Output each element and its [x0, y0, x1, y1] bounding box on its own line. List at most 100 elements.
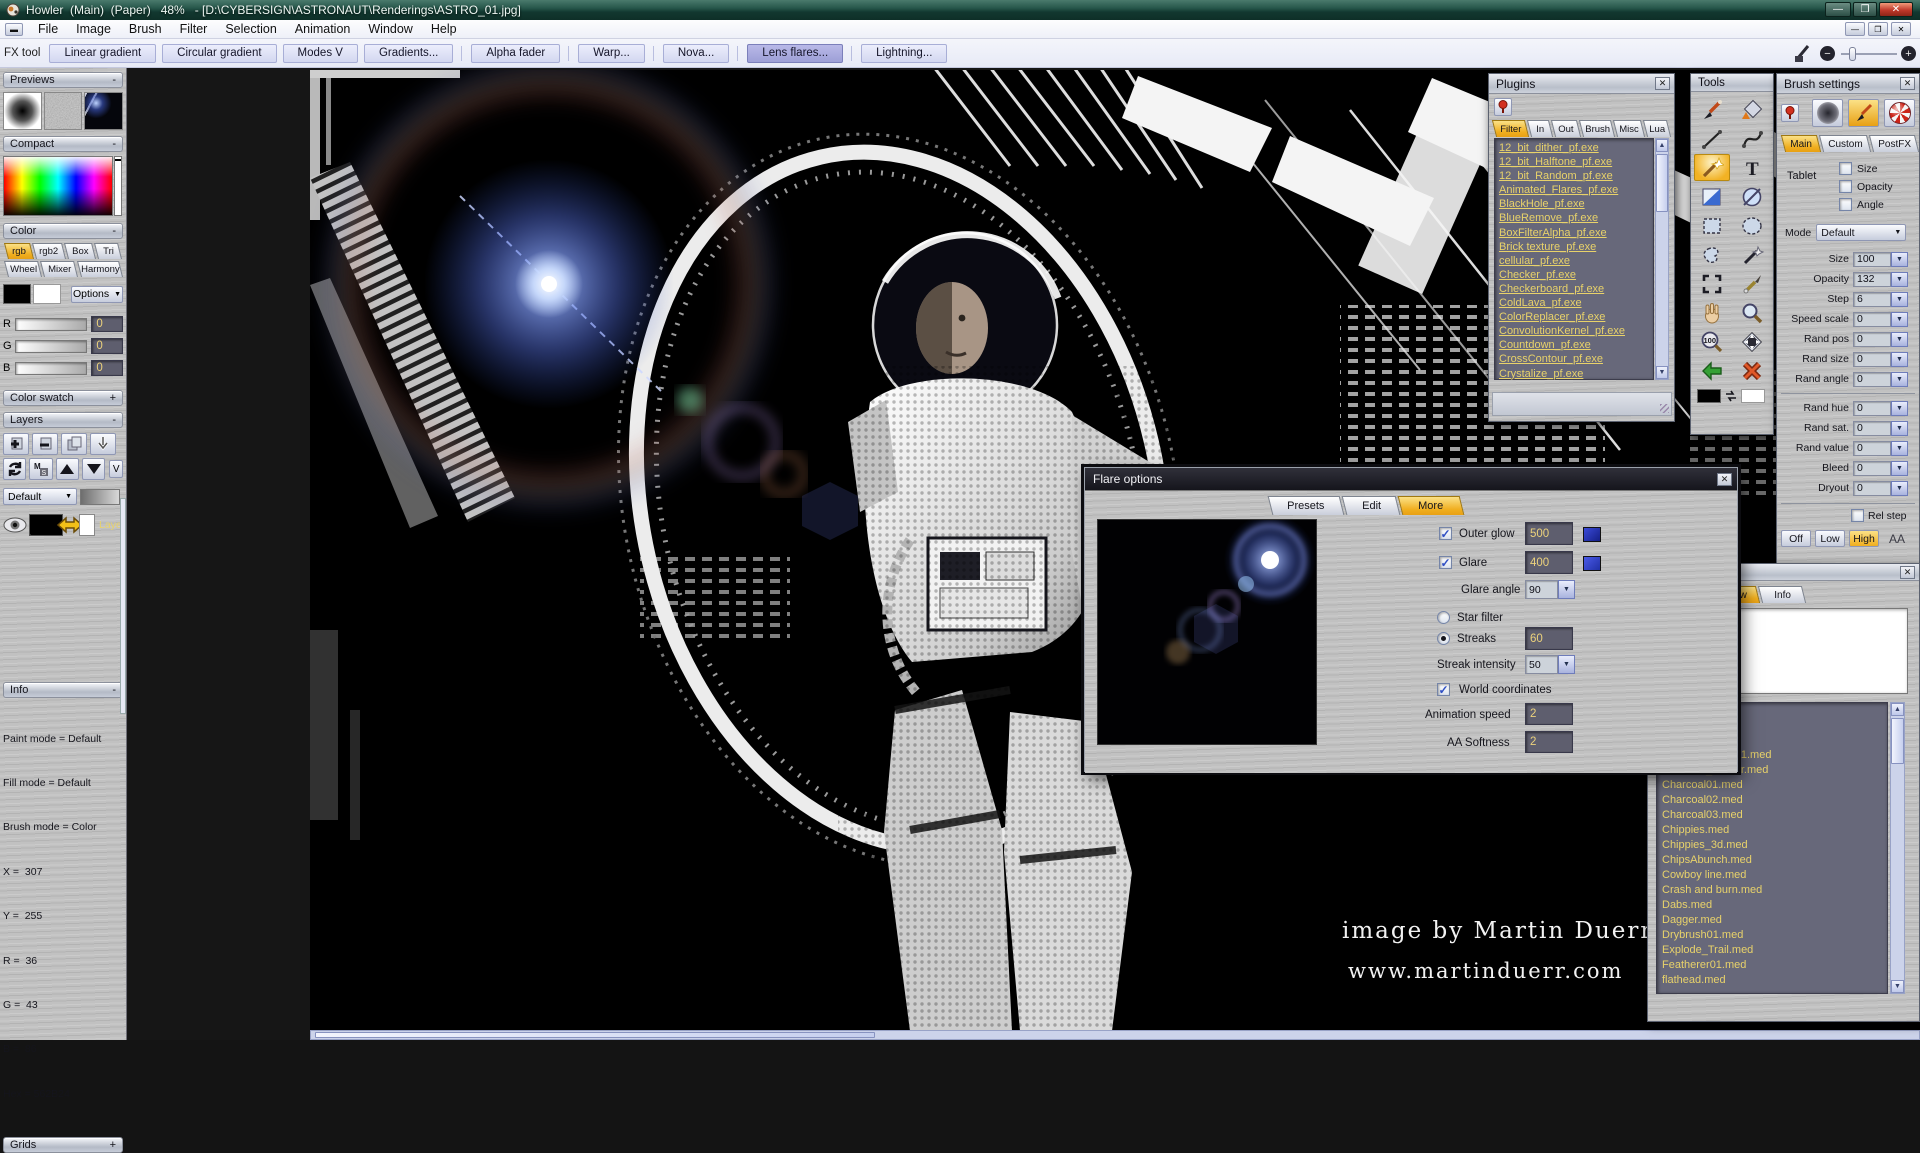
color-swatch-header[interactable]: Color swatch +	[3, 390, 123, 406]
tool-curve[interactable]	[1734, 125, 1770, 152]
brush-tip-button[interactable]	[1812, 99, 1843, 127]
layer-down-button[interactable]	[82, 458, 105, 480]
tool-line[interactable]	[1694, 125, 1730, 152]
r-value[interactable]: 0	[91, 316, 123, 332]
plugins-tab-misc[interactable]: Misc	[1613, 120, 1645, 137]
child-minimize-button[interactable]: —	[1845, 22, 1865, 36]
layer-mode-dropdown[interactable]: Default▼	[3, 488, 77, 505]
brush-file-item[interactable]: ChipsAbunch.med	[1662, 853, 1882, 868]
plugins-tab-in[interactable]: In	[1527, 120, 1553, 137]
plugin-item[interactable]: 12_bit_Random_pf.exe	[1499, 169, 1649, 183]
rand-value-value[interactable]: 0	[1853, 441, 1891, 456]
step-dropdown-icon[interactable]	[1891, 292, 1908, 307]
brush-file-item[interactable]: Charcoal03.med	[1662, 808, 1882, 823]
tool-freehand-select[interactable]	[1694, 241, 1730, 268]
rand-sat-value[interactable]: 0	[1853, 421, 1891, 436]
tool-paint-brush[interactable]	[1694, 96, 1730, 123]
tool-fx-brush[interactable]	[1694, 154, 1730, 181]
tool-gradient-fill[interactable]	[1694, 183, 1730, 210]
flare-tab-more[interactable]: More	[1398, 496, 1465, 515]
rand-pos-value[interactable]: 0	[1853, 332, 1891, 347]
plugin-item[interactable]: ConvolutionKernel_pf.exe	[1499, 324, 1649, 338]
glare-angle-dropdown-icon[interactable]	[1558, 580, 1575, 599]
dryout-dropdown-icon[interactable]	[1891, 481, 1908, 496]
speed-scale-dropdown-icon[interactable]	[1891, 312, 1908, 327]
brush-tab-postfx[interactable]: PostFX	[1869, 135, 1919, 152]
rand-hue-dropdown-icon[interactable]	[1891, 401, 1908, 416]
streak-intensity-value[interactable]: 50	[1525, 655, 1558, 674]
plugins-scrollbar[interactable]: ▲ ▼	[1655, 138, 1669, 380]
quality-low-button[interactable]: Low	[1815, 530, 1845, 547]
menu-help[interactable]: Help	[422, 21, 466, 37]
tool-undo[interactable]	[1694, 357, 1730, 384]
plugins-tab-lua[interactable]: Lua	[1643, 120, 1671, 137]
image-preview[interactable]	[84, 92, 123, 130]
plugin-item[interactable]: Animated_Flares_pf.exe	[1499, 183, 1649, 197]
remove-layer-button[interactable]	[32, 433, 58, 455]
rand-angle-value[interactable]: 0	[1853, 372, 1891, 387]
rotate-layers-button[interactable]	[3, 458, 26, 480]
glare-checkbox[interactable]	[1439, 556, 1452, 569]
menu-animation[interactable]: Animation	[286, 21, 360, 37]
glare-color-swatch[interactable]	[1583, 556, 1601, 571]
plugin-item[interactable]: Crystalize_pf.exe	[1499, 367, 1649, 381]
quality-off-button[interactable]: Off	[1781, 530, 1811, 547]
tablet-opacity-checkbox[interactable]	[1839, 180, 1852, 193]
bleed-dropdown-icon[interactable]	[1891, 461, 1908, 476]
tool-ellipse[interactable]	[1734, 183, 1770, 210]
postfx-ball-button[interactable]	[1884, 99, 1915, 127]
brush-file-item[interactable]: Dabs.med	[1662, 898, 1882, 913]
plugins-titlebar[interactable]: Plugins ✕	[1489, 74, 1674, 94]
flare-tab-presets[interactable]: Presets	[1268, 496, 1345, 515]
bleed-value[interactable]: 0	[1853, 461, 1891, 476]
tools-secondary-swatch[interactable]	[1741, 389, 1765, 403]
paper-texture-preview[interactable]	[44, 92, 83, 130]
rel-step-checkbox[interactable]	[1851, 509, 1864, 522]
primary-color-swatch[interactable]	[3, 284, 31, 304]
grids-collapse[interactable]: +	[110, 1139, 116, 1151]
hscrollbar-thumb[interactable]	[315, 1032, 875, 1038]
toolbar-gradients[interactable]: Gradients...	[364, 44, 453, 63]
child-close-button[interactable]: ✕	[1891, 22, 1911, 36]
menu-image[interactable]: Image	[67, 21, 120, 37]
plugins-tab-brush[interactable]: Brush	[1579, 120, 1615, 137]
layer-mask-thumbnail[interactable]	[79, 514, 95, 536]
rand-angle-dropdown-icon[interactable]	[1891, 372, 1908, 387]
tools-titlebar[interactable]: Tools	[1691, 74, 1773, 92]
child-window-icon[interactable]: ▬	[5, 23, 23, 36]
toolbar-lens-flares[interactable]: Lens flares...	[747, 44, 843, 63]
layer-opacity-slider[interactable]	[80, 489, 120, 505]
toolbar-circular-gradient[interactable]: Circular gradient	[162, 44, 276, 63]
rand-pos-dropdown-icon[interactable]	[1891, 332, 1908, 347]
info-collapse[interactable]: -	[112, 684, 116, 696]
swap-colors-icon[interactable]	[1724, 390, 1738, 402]
brush-file-item[interactable]: Chippies_3d.med	[1662, 838, 1882, 853]
r-slider[interactable]	[15, 318, 88, 331]
rand-hue-value[interactable]: 0	[1853, 401, 1891, 416]
quality-high-button[interactable]: High	[1849, 530, 1879, 547]
info-header[interactable]: Info -	[3, 682, 123, 698]
brush-files-scrollbar[interactable]: ▲ ▼	[1890, 702, 1905, 994]
outer-glow-checkbox[interactable]	[1439, 527, 1452, 540]
plugin-item[interactable]: Checker_pf.exe	[1499, 268, 1649, 282]
pin-icon[interactable]	[1494, 98, 1512, 116]
rand-size-dropdown-icon[interactable]	[1891, 352, 1908, 367]
color-tab-harmony[interactable]: Harmony	[77, 261, 123, 277]
media-brush-button[interactable]	[1848, 99, 1879, 127]
secondary-color-swatch[interactable]	[33, 284, 61, 304]
brush-file-item[interactable]: Drybrush01.med	[1662, 928, 1882, 943]
tool-pan-hand[interactable]	[1694, 299, 1730, 326]
color-tab-rgb2[interactable]: rgb2	[32, 243, 66, 259]
plugin-item[interactable]: BlueRemove_pf.exe	[1499, 211, 1649, 225]
app-icon[interactable]	[5, 3, 21, 17]
brush-file-item[interactable]: Dagger.med	[1662, 913, 1882, 928]
rand-value-dropdown-icon[interactable]	[1891, 441, 1908, 456]
toolbar-nova[interactable]: Nova...	[663, 44, 729, 63]
color-header[interactable]: Color -	[3, 223, 123, 239]
tool-rect-select[interactable]	[1694, 212, 1730, 239]
layers-header[interactable]: Layers -	[3, 412, 123, 428]
b-slider[interactable]	[15, 362, 88, 375]
size-dropdown-icon[interactable]	[1891, 252, 1908, 267]
scroll-down-icon[interactable]: ▼	[1891, 980, 1904, 993]
menu-filter[interactable]: Filter	[171, 21, 217, 37]
